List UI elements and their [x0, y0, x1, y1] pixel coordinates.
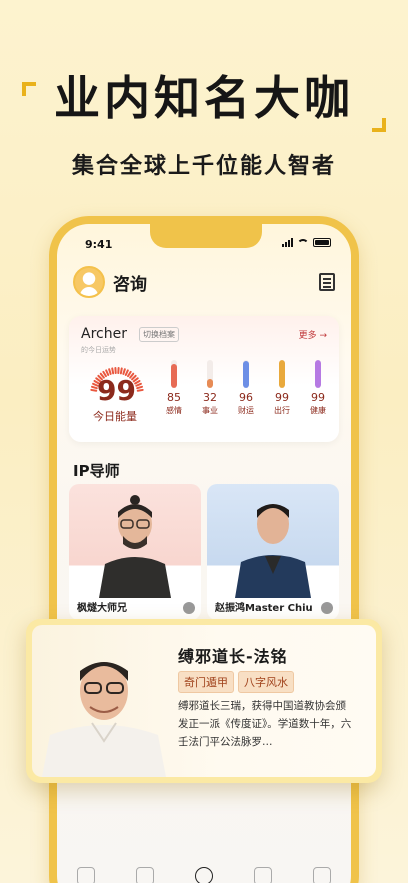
mentor-name: 赵振鸿Master Chiu	[215, 603, 313, 614]
fortune-item: 99 出行	[271, 360, 293, 416]
home-icon	[77, 867, 96, 883]
fortune-subtitle: 的今日运势	[81, 346, 116, 354]
fortune-label: 财运	[238, 406, 254, 415]
fortune-bar	[243, 360, 249, 388]
mentor-name: 枫燧大师兄	[77, 603, 127, 614]
tab-home[interactable]: 首页	[66, 867, 106, 883]
fortune-bar-fill	[207, 379, 213, 388]
app-header: 咨询	[73, 264, 335, 300]
featured-mentor-inner: 缚邪道长-法铭 奇门遁甲 八字风水 缚邪道长三瑞，获得中国道教协会颁发正一派《传…	[32, 625, 376, 777]
document-icon[interactable]	[319, 273, 335, 291]
fortune-card[interactable]: Archer 切换档案 的今日运势 更多 → 99 今日能量 85 感情 32 事业…	[69, 316, 339, 442]
tab-consult[interactable]: 咨询	[184, 867, 224, 883]
gauge-tick	[135, 382, 142, 387]
fortune-item: 99 健康	[307, 360, 329, 416]
fortune-bar	[315, 360, 321, 388]
avatar[interactable]	[73, 266, 105, 298]
featured-mentor-card[interactable]: 缚邪道长-法铭 奇门遁甲 八字风水 缚邪道长三瑞，获得中国道教协会颁发正一派《传…	[26, 619, 382, 783]
media-icon	[136, 867, 155, 883]
fortune-bar	[279, 360, 285, 388]
fortune-value: 96	[239, 391, 253, 404]
mentor-photo	[99, 495, 171, 598]
more-link[interactable]: 更多 →	[299, 328, 327, 341]
featured-mentor-description: 缚邪道长三瑞，获得中国道教协会颁发正一派《传度证》。学道数十年，六壬法门平公法脉…	[178, 700, 352, 748]
fortune-bar-fill	[279, 360, 285, 388]
fortune-value: 99	[275, 391, 289, 404]
tab-shop[interactable]: 商城	[243, 867, 283, 883]
fortune-item: 32 事业	[199, 360, 221, 416]
mentor-photo	[235, 504, 311, 598]
fortune-bar-fill	[315, 360, 321, 388]
consult-icon	[194, 867, 213, 883]
fortune-label: 出行	[274, 406, 290, 415]
gauge-tick	[136, 388, 144, 392]
tab-messages[interactable]: 消息	[302, 867, 342, 883]
featured-mentor-title: 缚邪道长-法铭	[178, 647, 288, 666]
fortune-label: 感情	[166, 406, 182, 415]
tag[interactable]: 八字风水	[238, 671, 294, 693]
fortune-value: 85	[167, 391, 181, 404]
gauge-tick	[136, 385, 143, 390]
fortune-item: 96 财运	[235, 360, 257, 416]
fortune-bars: 85 感情 32 事业 96 财运 99 出行 99 健康	[163, 360, 329, 416]
phone-notch	[150, 224, 262, 248]
mentor-card[interactable]: 枫燧大师兄	[69, 484, 201, 620]
battery-icon	[313, 238, 331, 247]
wifi-icon	[297, 238, 309, 247]
bottom-tab-bar: 首页 媒体 咨询 商城 消息	[57, 850, 351, 883]
mentor-card[interactable]: 赵振鸿Master Chiu	[207, 484, 339, 620]
switch-profile-button[interactable]: 切换档案	[139, 327, 179, 342]
fortune-bar	[207, 360, 213, 388]
featured-mentor-photo	[42, 662, 166, 777]
phone-screen: 9:41 咨询 Archer 切换档案 的今日运势 更多 → 99 今日能量 8…	[57, 224, 351, 883]
chevron-right-icon[interactable]	[321, 602, 333, 614]
fortune-name: Archer	[81, 326, 127, 342]
fortune-bar	[171, 360, 177, 388]
energy-label: 今日能量	[93, 410, 137, 423]
fortune-bar-fill	[243, 361, 249, 388]
gauge-tick	[90, 388, 98, 392]
signal-icon	[282, 238, 293, 247]
mentors-section-title: IP导师	[73, 462, 120, 480]
status-icons	[282, 238, 331, 247]
gauge-tick	[111, 367, 115, 375]
fortune-bar-fill	[171, 364, 177, 388]
energy-score: 99	[97, 374, 136, 407]
fortune-value: 32	[203, 391, 217, 404]
message-icon	[312, 867, 331, 883]
chevron-right-icon[interactable]	[183, 602, 195, 614]
fortune-item: 85 感情	[163, 360, 185, 416]
tag[interactable]: 奇门遁甲	[178, 671, 234, 693]
featured-mentor-tags: 奇门遁甲 八字风水	[178, 671, 294, 693]
promo-headline: 业内知名大咖	[54, 71, 354, 125]
status-time: 9:41	[85, 238, 113, 251]
page-title: 咨询	[113, 274, 147, 295]
fortune-value: 99	[311, 391, 325, 404]
tab-media[interactable]: 媒体	[125, 867, 165, 883]
shop-icon	[253, 867, 272, 883]
gauge-tick	[119, 367, 123, 375]
promo-subheadline: 集合全球上千位能人智者	[71, 154, 336, 179]
fortune-label: 健康	[310, 406, 326, 415]
fortune-label: 事业	[202, 406, 218, 415]
headline-wrap: 业内知名大咖	[0, 70, 408, 126]
